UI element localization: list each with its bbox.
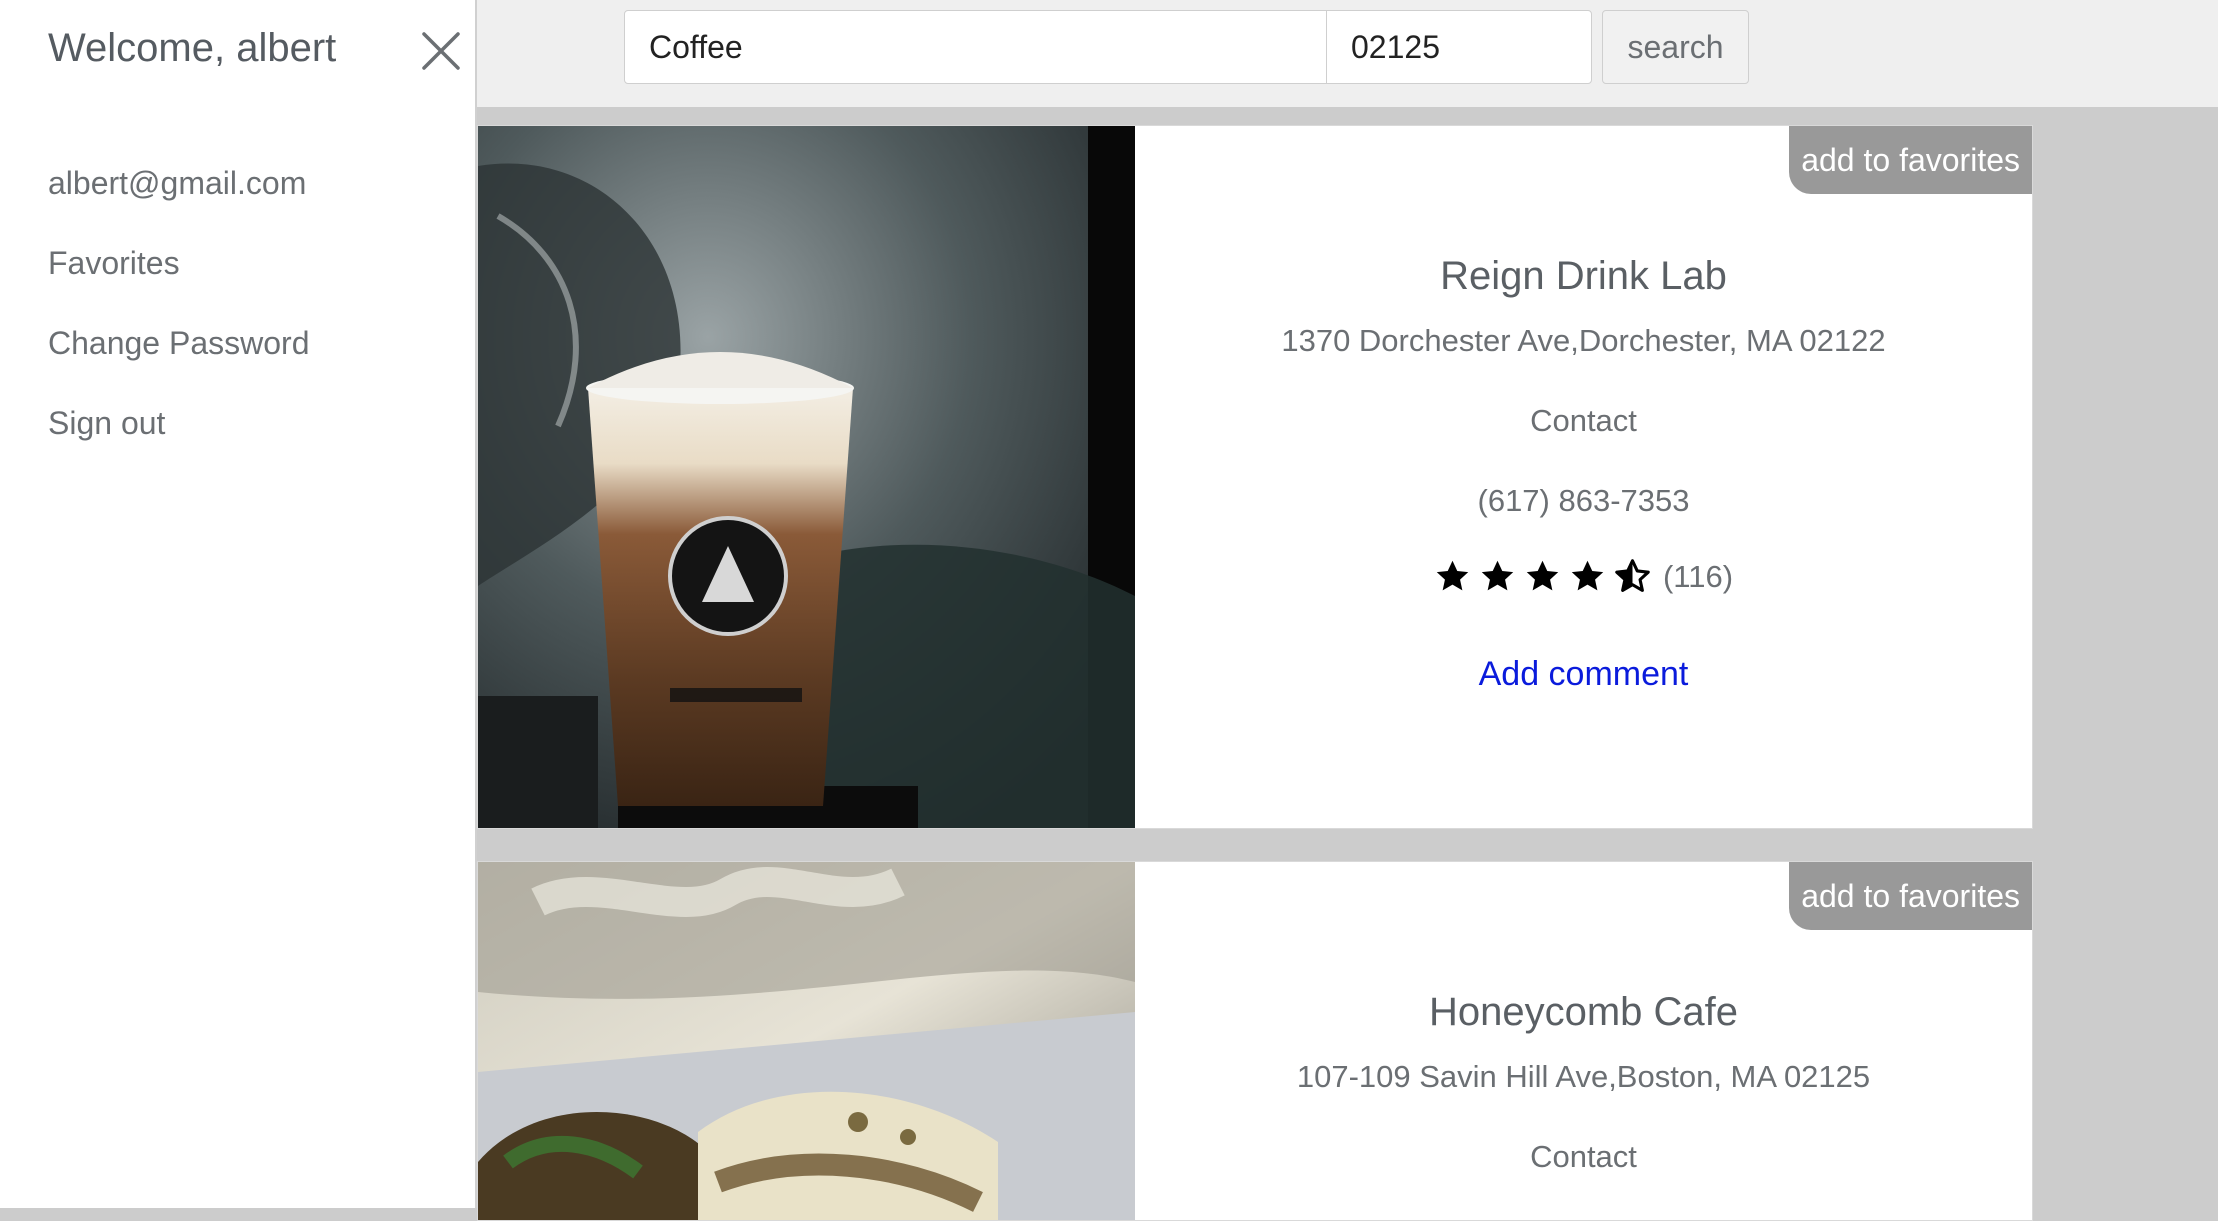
sidebar-item-email[interactable]: albert@gmail.com: [48, 165, 306, 202]
rating: (116): [1135, 558, 2032, 595]
result-details: add to favorites Honeycomb Cafe 107-109 …: [1135, 862, 2032, 1220]
result-photo[interactable]: [478, 126, 1135, 828]
result-name: Honeycomb Cafe: [1428, 990, 1739, 1034]
result-photo[interactable]: [478, 862, 1135, 1220]
star-icon: [1436, 560, 1469, 591]
search-input[interactable]: [624, 10, 1327, 84]
welcome-heading: Welcome, albert: [48, 26, 337, 70]
star-icon: [1481, 560, 1514, 591]
result-address: 107-109 Savin Hill Ave,Boston, MA 02125: [1296, 1059, 1871, 1094]
result-phone: (617) 863-7353: [1477, 483, 1690, 518]
sidebar-item-favorites[interactable]: Favorites: [48, 245, 180, 282]
sidebar: Welcome, albert albert@gmail.com Favorit…: [0, 0, 477, 1208]
zip-input[interactable]: [1326, 10, 1592, 84]
close-icon: [422, 32, 460, 70]
add-comment-link[interactable]: Add comment: [1479, 655, 1689, 693]
result-address: 1370 Dorchester Ave,Dorchester, MA 02122: [1281, 323, 1886, 358]
add-to-favorites-button[interactable]: add to favorites: [1789, 126, 2032, 194]
search-button[interactable]: search: [1602, 10, 1749, 84]
result-contact-label: Contact: [1530, 1139, 1637, 1174]
star-half-icon: [1615, 559, 1650, 592]
star-icon: [1571, 560, 1604, 591]
close-sidebar-button[interactable]: [418, 28, 464, 74]
comment-row: Add comment: [1135, 655, 2032, 694]
result-name: Reign Drink Lab: [1440, 254, 1727, 298]
add-to-favorites-button[interactable]: add to favorites: [1789, 862, 2032, 930]
result-details: add to favorites Reign Drink Lab 1370 Do…: [1135, 126, 2032, 828]
sidebar-item-change-password[interactable]: Change Password: [48, 325, 309, 362]
result-card: add to favorites Reign Drink Lab 1370 Do…: [477, 125, 2033, 829]
result-card: add to favorites Honeycomb Cafe 107-109 …: [477, 861, 2033, 1221]
review-count: (116): [1662, 558, 1734, 594]
search-bar: search: [477, 0, 2218, 107]
result-contact-label: Contact: [1530, 403, 1637, 438]
star-icon: [1526, 560, 1559, 591]
sidebar-item-sign-out[interactable]: Sign out: [48, 405, 165, 442]
